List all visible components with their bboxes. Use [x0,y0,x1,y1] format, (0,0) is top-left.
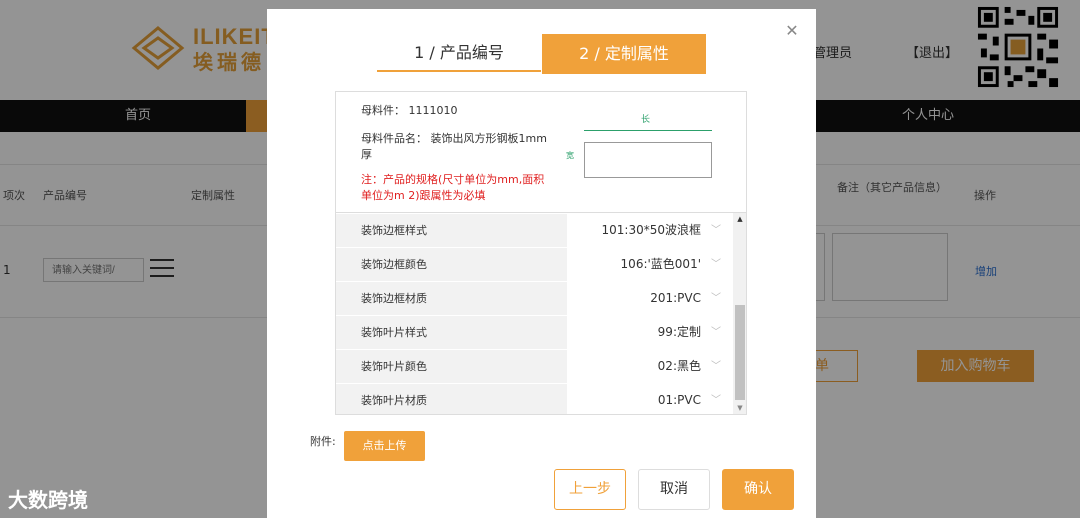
attribute-label: 装饰叶片样式 [336,316,567,349]
dimension-length-label: 长 [641,115,651,125]
attribute-row: 装饰叶片颜色 02:黑色 ﹀ [336,350,733,383]
scroll-down-icon[interactable]: ▼ [733,404,746,412]
attribute-row: 装饰边框样式 101:30*50波浪框 ﹀ [336,214,733,247]
dimension-diagram [584,142,712,178]
chevron-down-icon: ﹀ [711,293,721,304]
required-note-line1: 注：产品的规格(尺寸单位为mm,面积 [361,173,545,186]
attribute-label: 装饰叶片颜色 [336,350,567,383]
customize-modal: ✕ 1 / 产品编号 2 / 定制属性 母料件： 1111010 母料件品名： … [267,9,816,518]
confirm-button[interactable]: 确认 [722,469,794,510]
attribute-select[interactable]: 99:定制 ﹀ [567,316,733,349]
attribute-scrollbar[interactable]: ▲ ▼ [733,213,746,414]
attribute-row: 装饰叶片样式 99:定制 ﹀ [336,316,733,349]
cancel-button[interactable]: 取消 [638,469,710,510]
watermark-logo: 大数跨境 [8,488,88,512]
parent-part-code: 母料件： 1111010 [361,104,458,117]
chevron-down-icon: ﹀ [711,395,721,406]
attribute-label: 装饰边框颜色 [336,248,567,281]
scroll-up-icon[interactable]: ▲ [733,215,746,223]
attribute-value: 99:定制 [657,325,701,339]
attribute-label: 装饰叶片材质 [336,384,567,414]
chevron-down-icon: ﹀ [711,361,721,372]
parent-part-name: 母料件品名： 装饰出风方形钢板1mm [361,132,547,145]
attachment-label: 附件: [310,435,336,448]
attribute-label: 装饰边框样式 [336,214,567,247]
attribute-value: 106:'蓝色001' [620,257,701,271]
attribute-select[interactable]: 106:'蓝色001' ﹀ [567,248,733,281]
tab-custom-attributes[interactable]: 2 / 定制属性 [542,34,706,74]
dimension-width-label: 宽 [566,151,574,160]
attribute-label: 装饰边框材质 [336,282,567,315]
close-icon[interactable]: ✕ [782,21,802,41]
chevron-down-icon: ﹀ [711,327,721,338]
required-note-line2: 单位为m 2)跟属性为必填 [361,189,486,202]
attribute-select[interactable]: 01:PVC ﹀ [567,384,733,414]
upload-button[interactable]: 点击上传 [344,431,425,461]
attribute-value: 101:30*50波浪框 [601,223,702,237]
attribute-list: 装饰边框样式 101:30*50波浪框 ﹀ 装饰边框颜色 106:'蓝色001'… [335,212,747,415]
attribute-row: 装饰叶片材质 01:PVC ﹀ [336,384,733,414]
attribute-select[interactable]: 101:30*50波浪框 ﹀ [567,214,733,247]
tab-product-number[interactable]: 1 / 产品编号 [377,34,541,72]
prev-step-button[interactable]: 上一步 [554,469,626,510]
attribute-select[interactable]: 02:黑色 ﹀ [567,350,733,383]
attribute-row: 装饰边框材质 201:PVC ﹀ [336,282,733,315]
attribute-select[interactable]: 201:PVC ﹀ [567,282,733,315]
parent-part-name-cont: 厚 [361,148,372,161]
attribute-row: 装饰边框颜色 106:'蓝色001' ﹀ [336,248,733,281]
scrollbar-thumb[interactable] [735,305,745,400]
dimension-line [584,130,712,131]
chevron-down-icon: ﹀ [711,259,721,270]
chevron-down-icon: ﹀ [711,225,721,236]
attribute-value: 01:PVC [657,393,701,407]
attribute-value: 201:PVC [650,291,701,305]
attribute-value: 02:黑色 [657,359,701,373]
parent-part-info: 母料件： 1111010 母料件品名： 装饰出风方形钢板1mm 厚 注：产品的规… [335,91,747,212]
